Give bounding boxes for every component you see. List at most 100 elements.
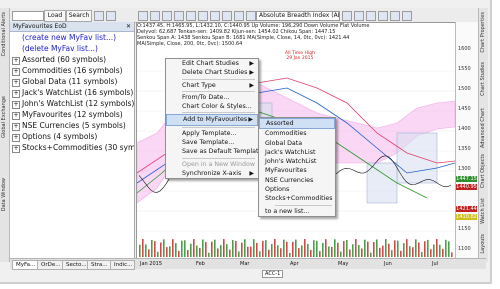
expand-icon[interactable]: + [12,134,20,142]
tree-item[interactable]: + Global Data (11 symbols) [10,76,134,87]
load-button[interactable]: Load [44,10,66,22]
menu-separator [182,126,255,128]
volume-bar [364,239,366,257]
tree-item[interactable]: + Jack's WatchList (16 symbols) [10,87,134,98]
expand-icon[interactable]: + [12,68,20,76]
submenu-item-options[interactable]: Options [259,185,335,194]
tree-item[interactable]: + MyFavourites (12 symbols) [10,109,134,120]
tree-item[interactable]: + John's WatchList (12 symbols) [10,98,134,109]
expand-icon[interactable]: + [12,79,20,87]
submenu-item-john-s-watchlist[interactable]: John's WatchList [259,157,335,166]
open-icon[interactable] [94,11,104,21]
zoom-in-icon[interactable] [150,11,160,21]
create-myfav-link[interactable]: (create new MyFav list...) [10,32,134,43]
vtab-data-window[interactable]: Data Window [1,178,8,211]
menu-item-chart-type[interactable]: Chart Type ▶ [166,81,258,90]
zoom-out-icon[interactable] [162,11,172,21]
volume-bar [277,245,279,257]
crosshair-icon[interactable] [174,11,184,21]
channel-tool-icon[interactable] [222,11,232,21]
menu-item-synchronize-x-axis[interactable]: Synchronize X-axis ▶ [166,169,258,178]
submenu-item-jack-s-watchlist[interactable]: Jack's WatchList [259,148,335,157]
text-tool-icon[interactable] [210,11,220,21]
bottom-tab-strategies[interactable]: Stra... [87,260,112,270]
delete-objects-icon[interactable] [246,11,256,21]
expand-icon[interactable]: + [12,123,20,131]
volume-bar [313,240,315,257]
chevron-right-icon: ▶ [248,116,253,124]
tree-item[interactable]: + Options (4 symbols) [10,131,134,142]
symbol-input[interactable] [12,11,44,21]
expand-icon[interactable]: + [12,112,20,120]
menu-item-save-template[interactable]: Save Template... [166,138,258,147]
price-zone [366,162,398,204]
toolbar: Load Search Absolute Breadth Index (AB) [10,8,482,23]
bottom-tab-indices[interactable]: Indic... [110,260,135,270]
menu-item-save-as-default-template[interactable]: Save as Default Template [166,147,262,156]
volume-bar [190,243,192,257]
period-field[interactable]: ACC-1 [262,270,284,278]
volume-bar [223,239,225,257]
submenu-item-assorted[interactable]: Assorted [259,118,335,130]
save-icon[interactable] [106,11,116,21]
chart-type-icon[interactable] [138,11,148,21]
menu-item-add-to-myfavourites[interactable]: Add to MyFavourites ▶ [166,114,258,126]
vtab-chart-objects[interactable]: Chart Objects [480,154,487,188]
tree-item[interactable]: + Stocks+Commodities (30 symbo [10,142,134,153]
tree-item[interactable]: + Assorted (60 symbols) [10,54,134,65]
price-axis[interactable]: 1600 1550 1500 1450 1400 1350 1300 1250 … [455,22,478,258]
volume-bar [202,239,204,257]
expand-icon[interactable]: + [12,57,20,65]
submenu-item-to-a-new-list[interactable]: to a new list... [259,207,335,216]
volume-bar [352,244,354,257]
expand-icon[interactable]: + [12,90,20,98]
submenu-item-commodities[interactable]: Commodities [259,129,335,138]
bottom-tab-orders[interactable]: OrDe... [37,260,64,270]
y-tick-label: 1100 [458,246,471,252]
menu-item-chart-color-styles[interactable]: Chart Color & Styles... [166,102,258,111]
volume-bar [163,239,165,257]
menu-item-delete-chart-studies[interactable]: Delete Chart Studies ▶ [166,68,258,77]
menu-item-apply-template[interactable]: Apply Template... [166,129,258,138]
expand-icon[interactable]: + [12,101,20,109]
fibonacci-icon[interactable] [198,11,208,21]
submenu-item-myfavourites[interactable]: MyFavourites [259,166,335,175]
vtab-chart-properties[interactable]: Chart Properties [480,12,487,53]
bottom-tab-myfav[interactable]: MyFa... [12,260,39,270]
volume-bar [325,239,327,257]
vtab-conditional-alerts[interactable]: Conditional Alerts [1,12,8,56]
indicator-settings-icon[interactable] [354,11,364,21]
submenu-item-global-data[interactable]: Global Data [259,139,335,148]
indicator-select[interactable]: Absolute Breadth Index (AB) [256,11,340,21]
submenu-item-stocks-commodities[interactable]: Stocks+Commodities [259,194,335,203]
measure-icon[interactable] [234,11,244,21]
bottom-tab-sectors[interactable]: Secto... [62,260,89,270]
delete-myfav-link[interactable]: (delete MyFav list...) [10,43,134,54]
y-tick-label: 1400 [458,126,471,132]
tree-item[interactable]: + Commodities (16 symbols) [10,65,134,76]
export-icon[interactable] [378,11,388,21]
volume-bar [187,250,189,257]
vtab-chart-studies[interactable]: Chart Studies [480,62,487,96]
line-tool-icon[interactable] [186,11,196,21]
close-icon[interactable]: ✕ [126,22,131,31]
submenu-item-nse-currencies[interactable]: NSE Currencies [259,176,335,185]
volume-bar [373,242,375,257]
expand-icon[interactable]: + [12,145,20,153]
refresh-icon[interactable] [390,11,400,21]
vtab-global-exchange[interactable]: Global Exchange [1,96,8,138]
volume-bar [157,251,159,257]
volume-bar [154,241,156,257]
vtab-watch-list[interactable]: Watch List [480,198,487,224]
vtab-layouts[interactable]: Layouts [480,234,487,254]
tree-item[interactable]: + NSE Currencies (5 symbols) [10,120,134,131]
menu-item-edit-chart-studies[interactable]: Edit Chart Studies ▶ [166,59,258,68]
menu-item-label: Jack's WatchList [265,148,316,156]
add-indicator-icon[interactable] [342,11,352,21]
layout-icon[interactable] [402,11,412,21]
search-button[interactable]: Search [66,10,92,22]
volume-bar [430,249,432,257]
print-icon[interactable] [366,11,376,21]
menu-item-from-to-date[interactable]: From/To Date... [166,93,258,102]
vtab-advanced-chart[interactable]: Advanced Chart [480,108,487,148]
